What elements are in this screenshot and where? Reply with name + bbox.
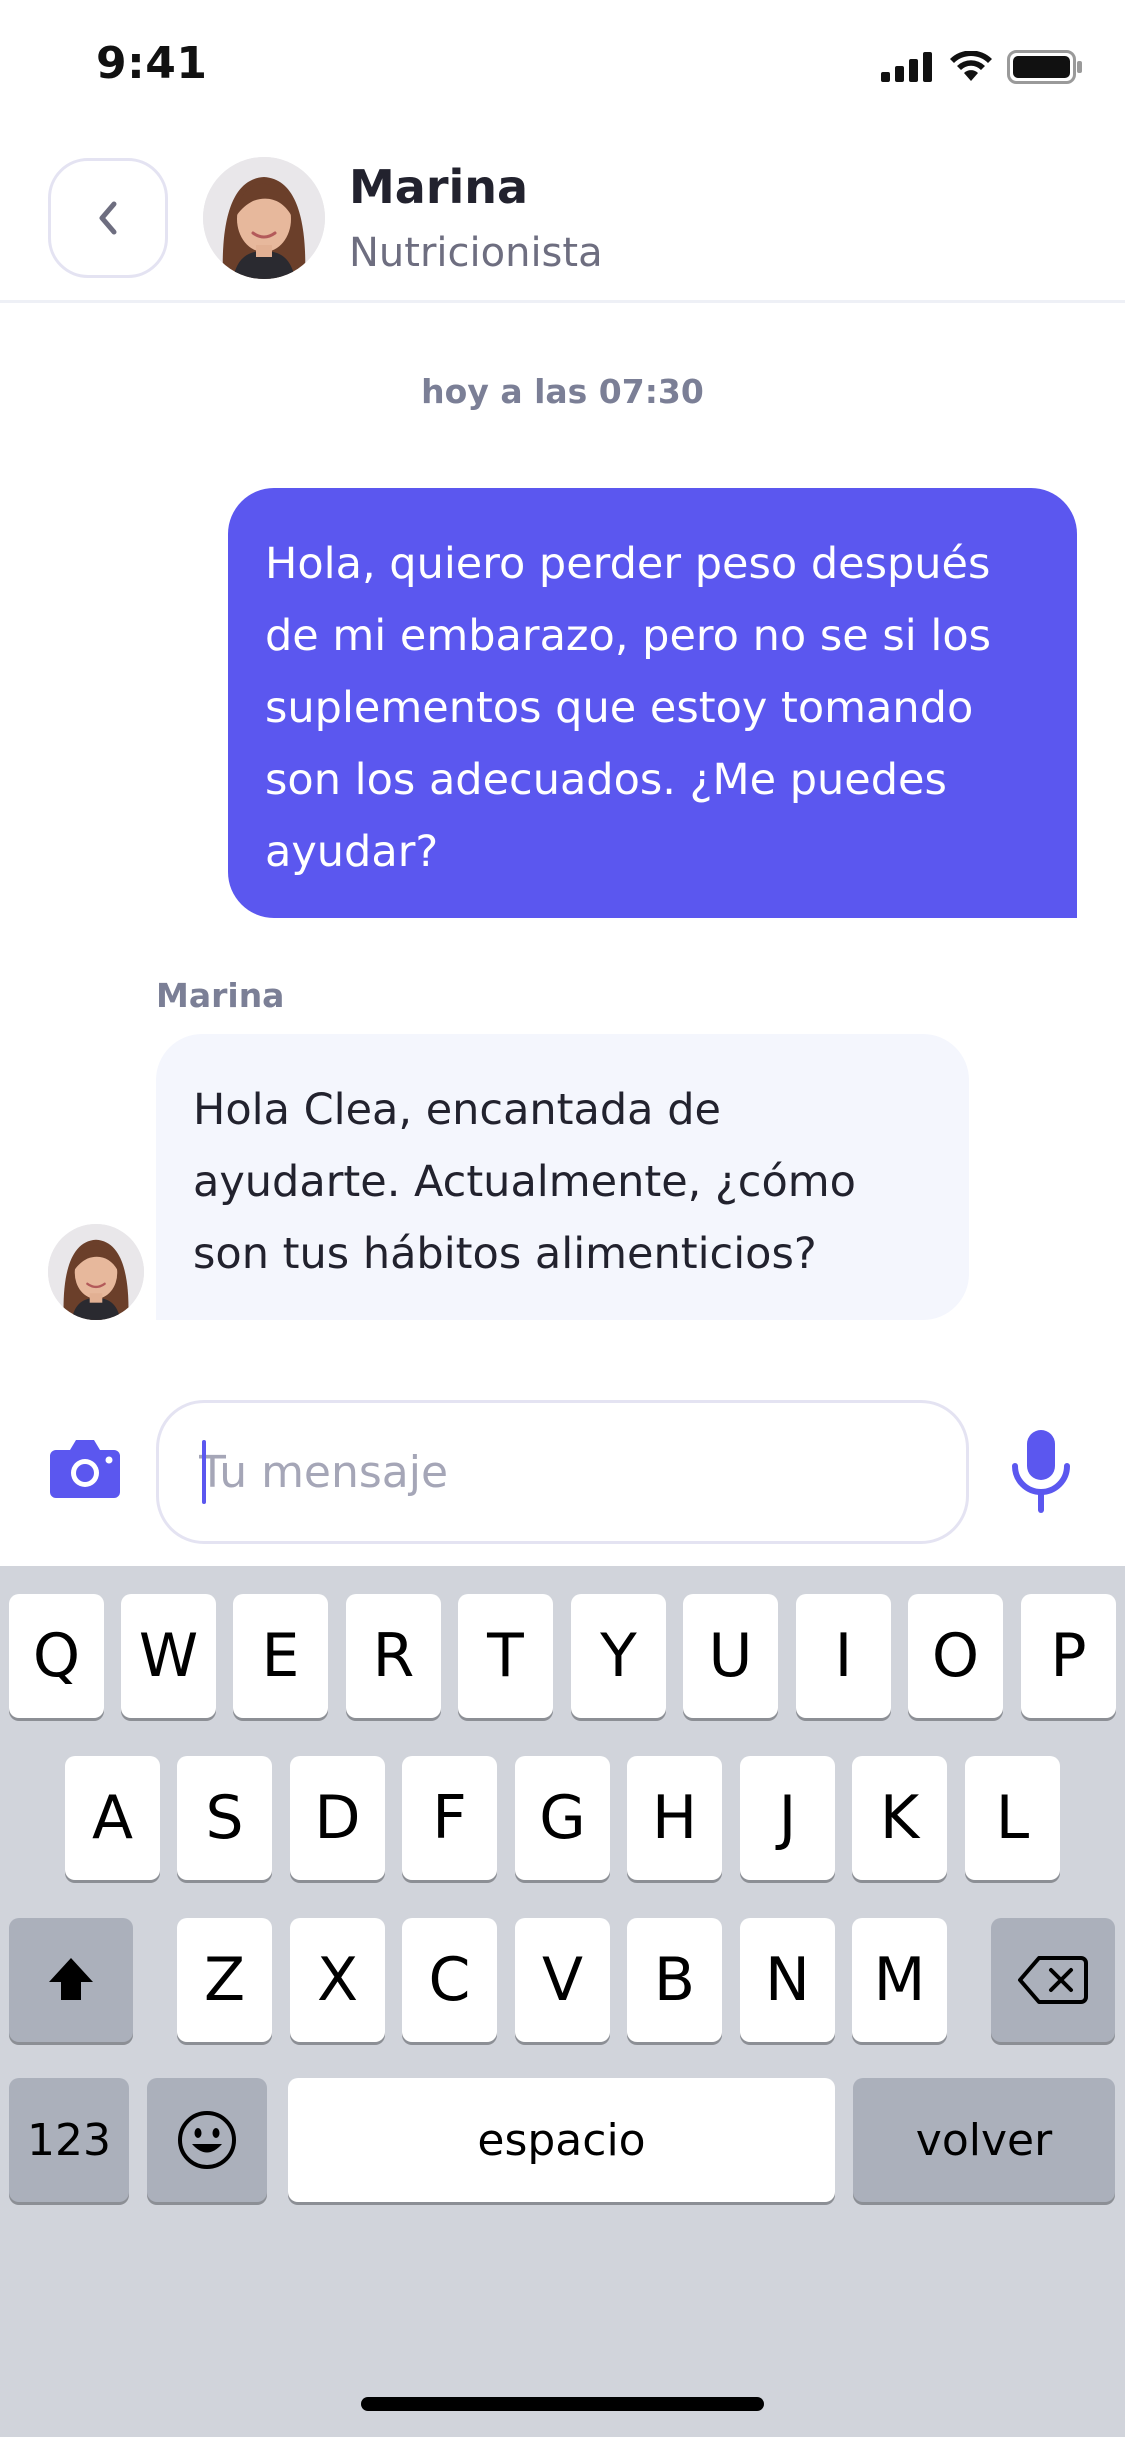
key-e[interactable]: E (233, 1594, 328, 1718)
on-screen-keyboard: Q W E R T Y U I O P A S D F G H J K L Z … (0, 1566, 1125, 2437)
key-z[interactable]: Z (177, 1918, 272, 2042)
microphone-button[interactable] (1010, 1428, 1072, 1514)
key-f[interactable]: F (402, 1756, 497, 1880)
key-o[interactable]: O (908, 1594, 1003, 1718)
key-q[interactable]: Q (9, 1594, 104, 1718)
key-u[interactable]: U (683, 1594, 778, 1718)
key-p[interactable]: P (1021, 1594, 1116, 1718)
key-c[interactable]: C (402, 1918, 497, 2042)
text-cursor (202, 1440, 206, 1504)
key-w[interactable]: W (121, 1594, 216, 1718)
return-key[interactable]: volver (853, 2078, 1115, 2202)
camera-icon (50, 1440, 120, 1498)
status-time: 9:41 (96, 38, 208, 89)
sender-avatar (48, 1224, 144, 1320)
status-bar: 9:41 (0, 0, 1125, 140)
shift-icon (49, 1958, 93, 2000)
key-d[interactable]: D (290, 1756, 385, 1880)
key-t[interactable]: T (458, 1594, 553, 1718)
key-n[interactable]: N (740, 1918, 835, 2042)
sender-name: Marina (156, 976, 285, 1015)
outgoing-message-bubble[interactable]: Hola, quiero perder peso después de mi e… (228, 488, 1077, 918)
incoming-message-bubble[interactable]: Hola Clea, encantada de ayudarte. Actual… (156, 1034, 969, 1320)
message-timestamp: hoy a las 07:30 (421, 372, 704, 411)
message-input[interactable] (156, 1400, 969, 1544)
key-v[interactable]: V (515, 1918, 610, 2042)
back-button[interactable] (48, 158, 168, 278)
contact-name: Marina (349, 160, 529, 214)
key-b[interactable]: B (627, 1918, 722, 2042)
camera-button[interactable] (48, 1436, 122, 1500)
key-k[interactable]: K (852, 1756, 947, 1880)
key-l[interactable]: L (965, 1756, 1060, 1880)
contact-photo (203, 157, 325, 279)
shift-key[interactable] (9, 1918, 133, 2042)
key-r[interactable]: R (346, 1594, 441, 1718)
space-key[interactable]: espacio (288, 2078, 835, 2202)
key-j[interactable]: J (740, 1756, 835, 1880)
contact-role: Nutricionista (349, 230, 603, 276)
sender-photo (48, 1224, 144, 1320)
cellular-signal-icon (881, 52, 932, 82)
key-y[interactable]: Y (571, 1594, 666, 1718)
backspace-key[interactable] (991, 1918, 1115, 2042)
key-g[interactable]: G (515, 1756, 610, 1880)
emoji-key[interactable] (147, 2078, 267, 2202)
chat-header: Marina Nutricionista (0, 140, 1125, 303)
emoji-icon (178, 2111, 236, 2169)
status-icons (881, 50, 1083, 84)
key-x[interactable]: X (290, 1918, 385, 2042)
key-a[interactable]: A (65, 1756, 160, 1880)
backspace-icon (1018, 1956, 1088, 2004)
microphone-icon (1012, 1430, 1070, 1513)
home-indicator[interactable] (361, 2397, 764, 2411)
contact-avatar[interactable] (203, 157, 325, 279)
key-i[interactable]: I (796, 1594, 891, 1718)
battery-icon (1007, 50, 1082, 84)
chevron-left-icon (99, 201, 117, 235)
key-m[interactable]: M (852, 1918, 947, 2042)
chat-screen: 9:41 Marina Nutricionista hoy a las 07:3… (0, 0, 1125, 2437)
key-s[interactable]: S (177, 1756, 272, 1880)
wifi-icon (950, 51, 992, 81)
key-h[interactable]: H (627, 1756, 722, 1880)
numbers-key[interactable]: 123 (9, 2078, 129, 2202)
